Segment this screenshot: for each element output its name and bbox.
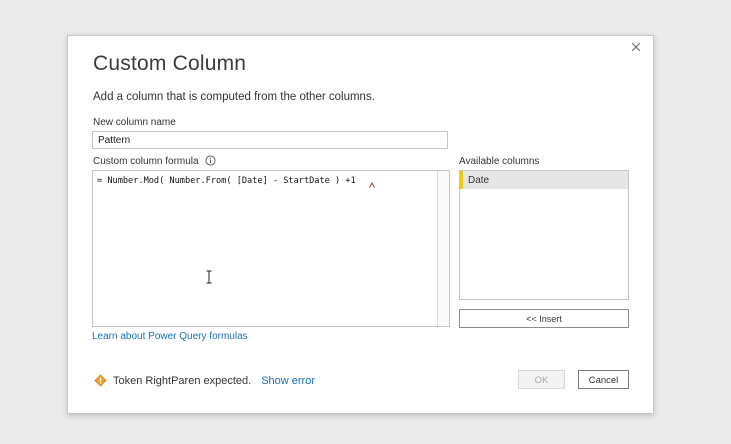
show-error-link[interactable]: Show error — [261, 375, 315, 387]
available-column-item[interactable]: Date — [460, 171, 628, 189]
status-message: Token RightParen expected. — [113, 374, 252, 387]
new-column-name-input[interactable] — [92, 131, 448, 149]
formula-editor[interactable]: = Number.Mod( Number.From( [Date] - Star… — [92, 170, 450, 327]
ok-button[interactable]: OK — [518, 370, 565, 389]
formula-text[interactable]: = Number.Mod( Number.From( [Date] - Star… — [97, 176, 356, 186]
custom-column-formula-label: Custom column formula — [93, 156, 199, 167]
formula-scrollbar[interactable] — [437, 171, 449, 326]
dialog-subtitle: Add a column that is computed from the o… — [93, 91, 375, 103]
info-icon[interactable] — [205, 155, 216, 166]
text-cursor-icon — [206, 270, 212, 284]
insertion-caret-icon — [369, 182, 375, 188]
formula-label-row: Custom column formula — [93, 155, 216, 167]
close-icon[interactable] — [629, 40, 643, 54]
custom-column-dialog: Custom Column Add a column that is compu… — [67, 35, 654, 414]
learn-power-query-link[interactable]: Learn about Power Query formulas — [92, 331, 248, 342]
cancel-button[interactable]: Cancel — [578, 370, 629, 389]
dialog-title: Custom Column — [93, 52, 247, 75]
status-bar: Token RightParen expected. Show error — [94, 374, 315, 387]
new-column-name-label: New column name — [93, 117, 176, 128]
available-columns-label: Available columns — [459, 156, 540, 167]
warning-icon — [94, 374, 107, 387]
available-columns-list[interactable]: Date — [459, 170, 629, 300]
insert-button[interactable]: << Insert — [459, 309, 629, 328]
